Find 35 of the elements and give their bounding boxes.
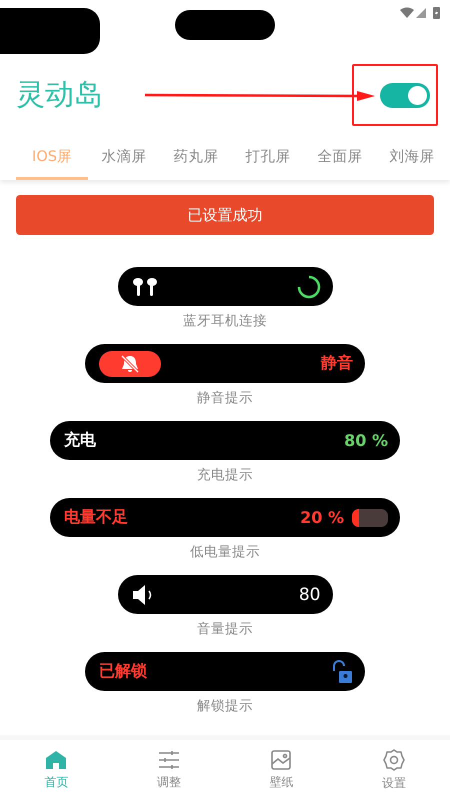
settings-icon bbox=[382, 748, 405, 770]
battery-percent: 80 % bbox=[344, 431, 388, 450]
unlocked-label: 已解锁 bbox=[99, 661, 147, 682]
tab[interactable]: 药丸屏 bbox=[160, 135, 232, 180]
tab[interactable]: 打孔屏 bbox=[232, 135, 304, 180]
preview-caption: 音量提示 bbox=[197, 620, 253, 638]
nav-tab[interactable]: 调整 bbox=[112, 740, 225, 800]
battery-percent: 20 % bbox=[300, 508, 344, 527]
toggle-switch[interactable] bbox=[380, 83, 430, 108]
preview-caption: 蓝牙耳机连接 bbox=[183, 312, 267, 330]
home-icon bbox=[45, 750, 68, 770]
preview-caption: 充电提示 bbox=[197, 466, 253, 484]
preview-caption: 解锁提示 bbox=[197, 697, 253, 715]
preview-caption: 低电量提示 bbox=[190, 543, 260, 561]
tab[interactable]: 全面屏 bbox=[304, 135, 376, 180]
loading-ring-icon bbox=[296, 274, 320, 298]
status-button[interactable]: 已设置成功 bbox=[16, 195, 434, 235]
sliders-icon bbox=[158, 750, 180, 770]
preview-caption: 静音提示 bbox=[197, 389, 253, 407]
charging-label: 充电 bbox=[64, 430, 96, 451]
nav-tab[interactable]: 首页 bbox=[0, 740, 112, 800]
low-battery-label: 电量不足 bbox=[64, 507, 128, 528]
earbuds-icon bbox=[132, 276, 160, 296]
mute-label: 静音 bbox=[321, 353, 353, 374]
muted-bell-icon bbox=[99, 350, 161, 376]
nav-tab[interactable]: 壁纸 bbox=[225, 740, 338, 800]
tab[interactable]: 刘海屏 bbox=[376, 135, 448, 180]
nav-tab[interactable]: 设置 bbox=[338, 740, 450, 800]
volume-value: 80 bbox=[298, 584, 320, 604]
unlock-icon bbox=[331, 660, 353, 684]
tab[interactable]: 水滴屏 bbox=[88, 135, 160, 180]
status-icons bbox=[400, 6, 442, 20]
image-icon bbox=[271, 750, 292, 770]
tab[interactable]: IOS屏 bbox=[16, 135, 88, 180]
page-title: 灵动岛 bbox=[16, 76, 103, 113]
